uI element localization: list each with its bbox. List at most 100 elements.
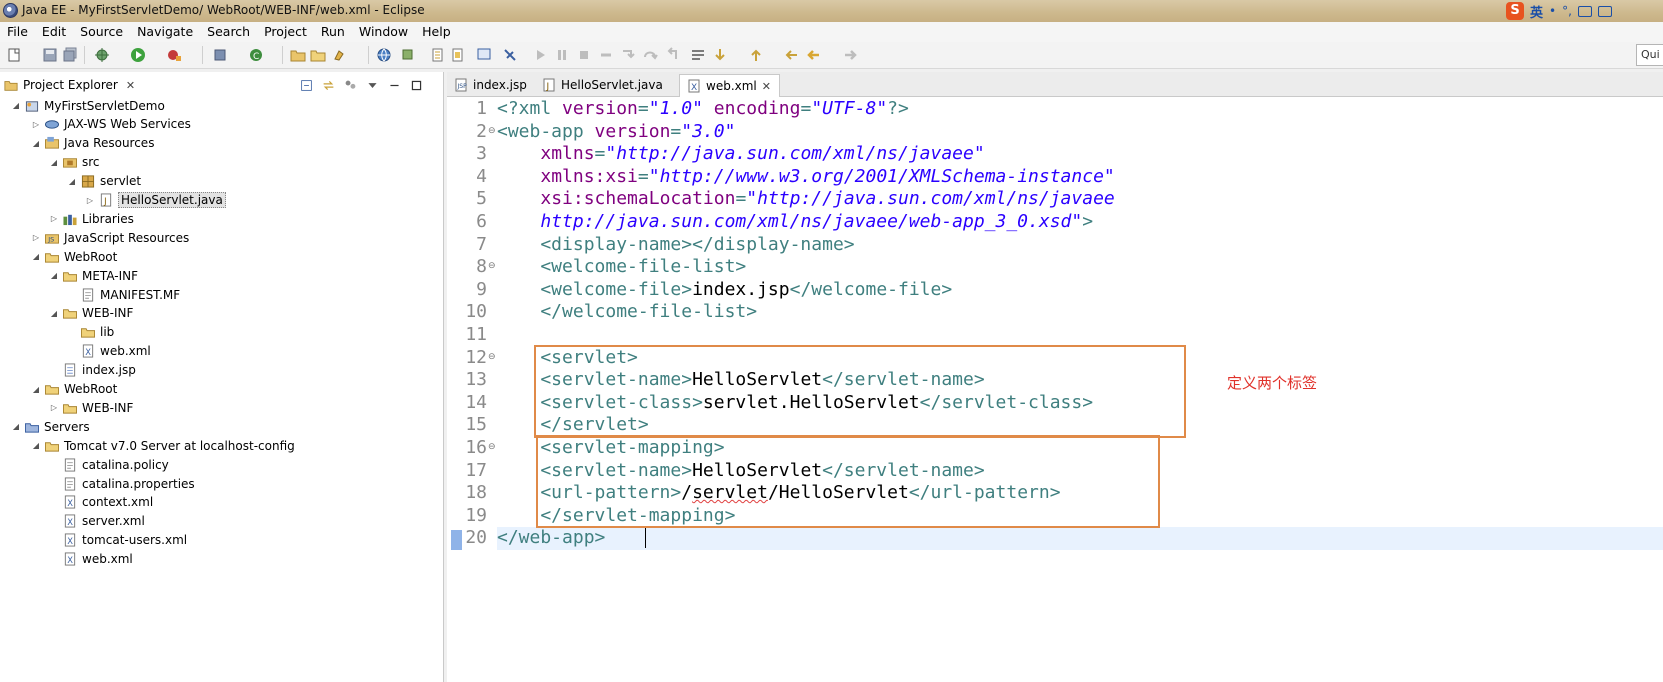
expanded-twisty-icon[interactable]: ◢: [30, 252, 42, 261]
fold-toggle-icon[interactable]: ⊖: [488, 352, 496, 362]
code-line[interactable]: <welcome-file-list>: [497, 256, 746, 279]
tree-item[interactable]: Xweb.xml: [66, 342, 151, 361]
tree-item[interactable]: index.jsp: [48, 361, 136, 380]
suspend-icon[interactable]: [554, 47, 570, 63]
back-icon[interactable]: [806, 47, 822, 63]
collapsed-twisty-icon[interactable]: ▷: [30, 233, 42, 242]
code-line[interactable]: <welcome-file>index.jsp</welcome-file>: [497, 279, 952, 302]
disconnect-icon[interactable]: [598, 47, 614, 63]
menu-window[interactable]: Window: [352, 22, 415, 42]
new-server-icon[interactable]: [212, 47, 228, 63]
tab-index-jsp[interactable]: JSP index.jsp: [447, 74, 535, 95]
ime-symbol-toggle[interactable]: °,: [1562, 4, 1572, 18]
close-icon[interactable]: ✕: [762, 80, 771, 93]
eclipse-logo-icon[interactable]: [3, 3, 18, 18]
menu-help[interactable]: Help: [415, 22, 458, 42]
save-icon[interactable]: [42, 47, 58, 63]
menu-source[interactable]: Source: [73, 22, 130, 42]
code-line[interactable]: </web-app>: [497, 527, 605, 550]
tab-web-xml[interactable]: X web.xml ✕: [679, 74, 780, 97]
fold-toggle-icon[interactable]: ⊖: [488, 261, 496, 271]
forward-icon[interactable]: [842, 47, 858, 63]
view-menu-icon[interactable]: [366, 79, 379, 92]
tree-item[interactable]: lib: [66, 323, 114, 342]
save-all-icon[interactable]: [62, 47, 78, 63]
search-icon[interactable]: [332, 47, 348, 63]
line-number-ruler[interactable]: 1 2 ⊖ 3 4 5 6 7 8 ⊖ 9 10 11 12 ⊖ 13 14 15 16 ⊖ 17 18 19 20: [447, 97, 497, 682]
tree-item[interactable]: ▷ WEB-INF: [48, 398, 134, 417]
maximize-icon[interactable]: [410, 79, 423, 92]
menu-edit[interactable]: Edit: [35, 22, 73, 42]
tree-item[interactable]: ◢ WebRoot: [30, 247, 117, 266]
minimize-icon[interactable]: [388, 79, 401, 92]
code-line[interactable]: xmlns="http://java.sun.com/xml/ns/javaee…: [497, 143, 984, 166]
open-type-icon[interactable]: [290, 47, 306, 63]
terminate-icon[interactable]: [576, 47, 592, 63]
step-into-icon[interactable]: [620, 47, 636, 63]
tree-item[interactable]: Xtomcat-users.xml: [48, 531, 187, 550]
resume-icon[interactable]: [532, 47, 548, 63]
tree-item[interactable]: ◢ WebRoot: [30, 380, 117, 399]
link-with-editor-icon[interactable]: [322, 79, 335, 92]
fold-toggle-icon[interactable]: ⊖: [488, 442, 496, 452]
ime-punctuation-toggle[interactable]: •: [1549, 4, 1556, 18]
tree-item[interactable]: ◢ WEB-INF: [48, 304, 134, 323]
code-line[interactable]: http://java.sun.com/xml/ns/javaee/web-ap…: [497, 211, 1093, 234]
menu-run[interactable]: Run: [314, 22, 352, 42]
code-line[interactable]: xmlns:xsi="http://www.w3.org/2001/XMLSch…: [497, 166, 1114, 189]
tree-item[interactable]: catalina.policy: [48, 455, 169, 474]
expanded-twisty-icon[interactable]: ◢: [48, 271, 60, 280]
tree-item[interactable]: ▷ JS JavaScript Resources: [30, 228, 189, 247]
menu-search[interactable]: Search: [200, 22, 257, 42]
tree-item[interactable]: ◢ servlet: [66, 172, 141, 191]
code-line[interactable]: <?xml version="1.0" encoding="UTF-8"?>: [497, 98, 909, 121]
show-whitespace-icon[interactable]: [476, 47, 492, 63]
expanded-twisty-icon[interactable]: ◢: [10, 422, 22, 431]
tree-item[interactable]: ◢ Servers: [10, 417, 90, 436]
tree-item[interactable]: ◢ MyFirstServletDemo: [10, 96, 165, 115]
sogou-logo-icon[interactable]: S: [1506, 2, 1524, 20]
open-resource-icon[interactable]: [310, 47, 326, 63]
tree-item[interactable]: Xweb.xml: [48, 550, 133, 569]
collapsed-twisty-icon[interactable]: ▷: [30, 120, 42, 129]
ime-language-toggle[interactable]: 英: [1530, 2, 1543, 21]
tree-item[interactable]: MANIFEST.MF: [66, 285, 180, 304]
ime-keyboard-icon[interactable]: [1577, 5, 1592, 17]
expanded-twisty-icon[interactable]: ◢: [30, 441, 42, 450]
code-line[interactable]: <web-app version="3.0": [497, 121, 735, 144]
quick-access-field[interactable]: Qui: [1636, 44, 1663, 66]
tree-item[interactable]: ◢ src: [48, 153, 100, 172]
step-return-icon[interactable]: [664, 47, 680, 63]
expanded-twisty-icon[interactable]: ◢: [48, 309, 60, 318]
run-icon[interactable]: [130, 47, 146, 63]
step-over-icon[interactable]: [642, 47, 658, 63]
toggle-block-selection-icon[interactable]: [450, 47, 466, 63]
next-annotation-icon[interactable]: [712, 47, 728, 63]
menu-project[interactable]: Project: [257, 22, 314, 42]
new-icon[interactable]: [6, 47, 22, 63]
external-tools-icon[interactable]: [166, 47, 182, 63]
close-icon[interactable]: ✕: [126, 79, 135, 92]
ime-toolbar[interactable]: S 英 • °,: [1506, 2, 1612, 21]
expanded-twisty-icon[interactable]: ◢: [30, 139, 42, 148]
use-step-filters-icon[interactable]: [690, 47, 706, 63]
code-line[interactable]: <display-name></display-name>: [497, 234, 854, 257]
toggle-mark-occurrences-icon[interactable]: [430, 47, 446, 63]
tree-item[interactable]: ▷ Libraries: [48, 209, 134, 228]
new-java-class-icon[interactable]: C: [248, 47, 264, 63]
expanded-twisty-icon[interactable]: ◢: [48, 158, 60, 167]
code-text-area[interactable]: <?xml version="1.0" encoding="UTF-8"?> <w…: [497, 97, 1663, 682]
last-edit-location-icon[interactable]: [784, 47, 800, 63]
tree-item[interactable]: catalina.properties: [48, 474, 195, 493]
tree-item[interactable]: ▷ JAX-WS Web Services: [30, 115, 191, 134]
tree-item[interactable]: Xcontext.xml: [48, 493, 153, 512]
previous-annotation-icon[interactable]: [748, 47, 764, 63]
browser-icon[interactable]: [376, 47, 392, 63]
project-explorer-tab[interactable]: Project Explorer ✕: [4, 75, 135, 95]
tree-item[interactable]: ◢ Tomcat v7.0 Server at localhost-config: [30, 436, 295, 455]
menu-navigate[interactable]: Navigate: [130, 22, 200, 42]
debug-settings-icon[interactable]: [94, 47, 110, 63]
fold-toggle-icon[interactable]: ⊖: [488, 126, 496, 136]
menu-file[interactable]: File: [0, 22, 35, 42]
deploy-icon[interactable]: [400, 47, 416, 63]
